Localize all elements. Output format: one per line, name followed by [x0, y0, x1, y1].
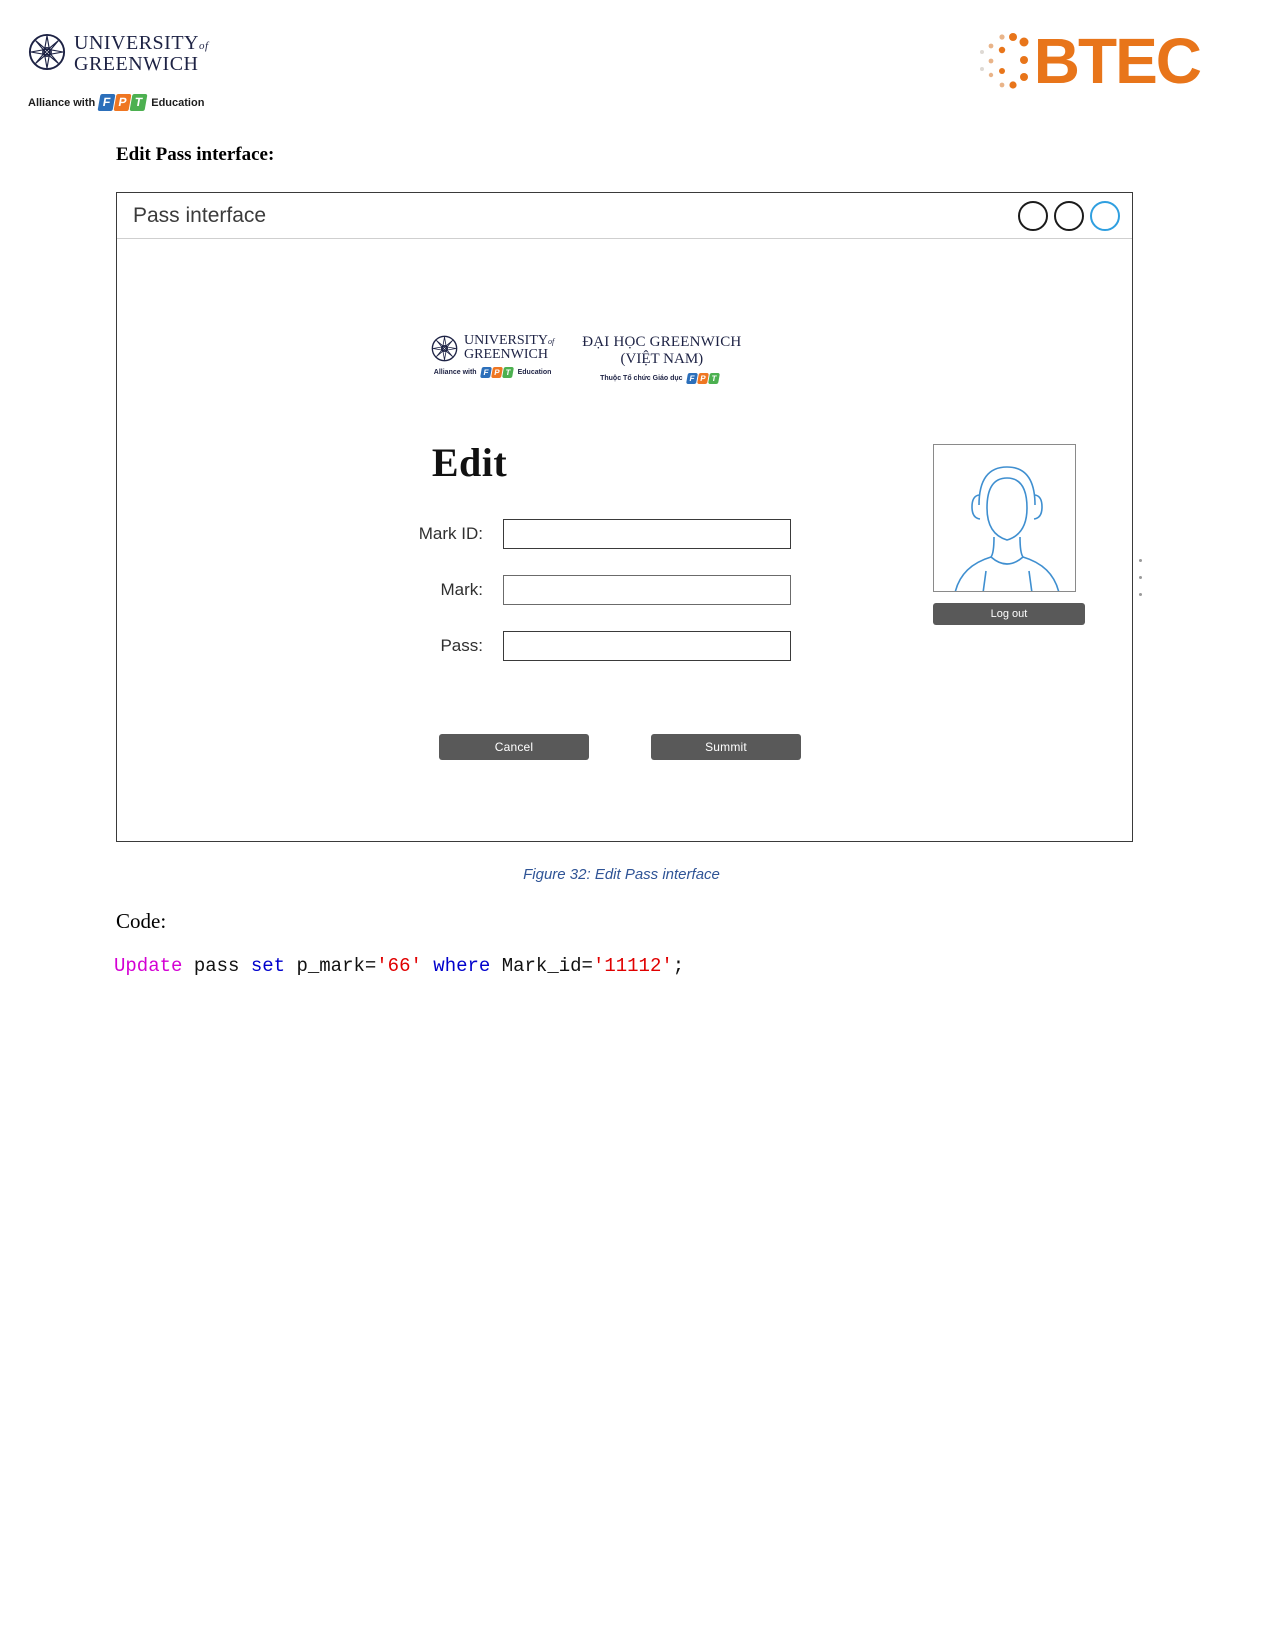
scroll-dot	[1139, 593, 1142, 596]
pass-input[interactable]	[503, 630, 791, 661]
window-body: UNIVERSITYof GREENWICH Alliance with F P…	[117, 239, 1142, 841]
code-token: where	[433, 955, 491, 977]
form-logo-line1: UNIVERSITY	[464, 333, 548, 348]
btec-wordmark: BTEC	[1033, 25, 1202, 97]
greenwich-logo-en: UNIVERSITYof GREENWICH Alliance with F P…	[431, 334, 554, 378]
field-row-mark-id: Mark ID:	[403, 511, 791, 556]
code-token: '66'	[376, 955, 422, 977]
code-token: ;	[672, 955, 685, 977]
pass-interface-window: Pass interface UNIVERSITYof GREENWICH Al…	[116, 192, 1142, 842]
maximize-button-icon[interactable]	[1054, 200, 1084, 231]
submit-button[interactable]: Summit	[651, 734, 801, 760]
fpt-t: T	[707, 373, 720, 384]
code-token: '11112'	[592, 955, 673, 977]
fpt-f: F	[685, 373, 698, 384]
form-alliance-prefix: Alliance with	[433, 369, 477, 376]
greenwich-logo-vi: ĐẠI HỌC GREENWICH (VIỆT NAM) Thuộc Tổ ch…	[582, 334, 741, 384]
fpt-blocks-icon: F P T	[479, 367, 515, 378]
code-token: Update	[114, 955, 183, 977]
compass-rose-icon	[431, 335, 458, 361]
mark-id-input[interactable]	[503, 518, 791, 549]
fpt-p: P	[696, 373, 709, 384]
scrollbar-handle[interactable]	[1139, 559, 1142, 610]
minimize-button-icon[interactable]	[1018, 200, 1048, 231]
user-portrait-icon	[954, 466, 1060, 591]
form-actions: Cancel Summit	[439, 734, 801, 760]
logout-button[interactable]: Log out	[933, 603, 1085, 625]
uog-line2: GREENWICH	[74, 53, 199, 75]
form-fields: Mark ID: Mark: Pass:	[403, 511, 791, 679]
vi-logo-line1: ĐẠI HỌC GREENWICH	[582, 334, 742, 350]
window-titlebar: Pass interface	[117, 193, 1132, 239]
fpt-t: T	[501, 367, 514, 378]
fpt-p: P	[490, 367, 503, 378]
window-controls	[1018, 200, 1120, 231]
fpt-blocks-icon: F P T	[685, 373, 721, 384]
code-token: pass	[182, 955, 251, 977]
vi-sub-prefix: Thuộc Tổ chức Giáo dục	[600, 375, 683, 382]
page-header: UNIVERSITYof GREENWICH Alliance with F P…	[0, 0, 1275, 130]
form-logo-line2: GREENWICH	[464, 347, 548, 362]
alliance-suffix: Education	[151, 96, 205, 109]
form-logo-of: of	[548, 337, 555, 346]
fpt-blocks-icon: F P T	[97, 94, 149, 111]
mark-input[interactable]	[503, 574, 791, 605]
form-alliance-suffix: Education	[517, 369, 552, 376]
code-token: p_mark=	[285, 955, 377, 977]
mark-label: Mark:	[440, 579, 484, 599]
fpt-t: T	[129, 94, 148, 111]
btec-logo: BTEC	[979, 25, 1202, 97]
btec-dot-pattern-icon	[979, 33, 1029, 89]
compass-rose-icon	[28, 33, 66, 71]
window-title: Pass interface	[133, 203, 267, 227]
avatar-block: Log out	[933, 444, 1085, 625]
cancel-button[interactable]: Cancel	[439, 734, 589, 760]
field-row-pass: Pass:	[403, 623, 791, 668]
alliance-prefix: Alliance with	[28, 96, 96, 109]
avatar	[933, 444, 1076, 592]
fpt-f: F	[479, 367, 492, 378]
vi-logo-line2: (VIỆT NAM)	[620, 351, 704, 367]
section-title: Edit Pass interface:	[116, 144, 275, 165]
field-row-mark: Mark:	[403, 567, 791, 612]
scroll-dot	[1139, 559, 1142, 562]
code-token: Mark_id=	[490, 955, 593, 977]
uog-line1: UNIVERSITY	[74, 32, 199, 54]
vi-logo-subline: Thuộc Tổ chức Giáo dục F P T	[582, 373, 741, 384]
fpt-alliance-logo: Alliance with F P T Education	[28, 94, 204, 111]
code-token: set	[250, 955, 286, 977]
figure-caption: Figure 32: Edit Pass interface	[523, 866, 720, 883]
scroll-dot	[1139, 576, 1142, 579]
uog-of: of	[199, 40, 209, 52]
mark-id-label: Mark ID:	[418, 523, 483, 543]
close-button-icon[interactable]	[1090, 200, 1120, 231]
sql-code-line: Update pass set p_mark='66' where Mark_i…	[114, 955, 684, 977]
pass-label: Pass:	[440, 635, 483, 655]
code-label: Code:	[116, 909, 167, 933]
form-logos: UNIVERSITYof GREENWICH Alliance with F P…	[431, 334, 741, 384]
university-of-greenwich-logo: UNIVERSITYof GREENWICH	[28, 33, 209, 74]
form-alliance-line: Alliance with F P T Education	[433, 367, 552, 378]
